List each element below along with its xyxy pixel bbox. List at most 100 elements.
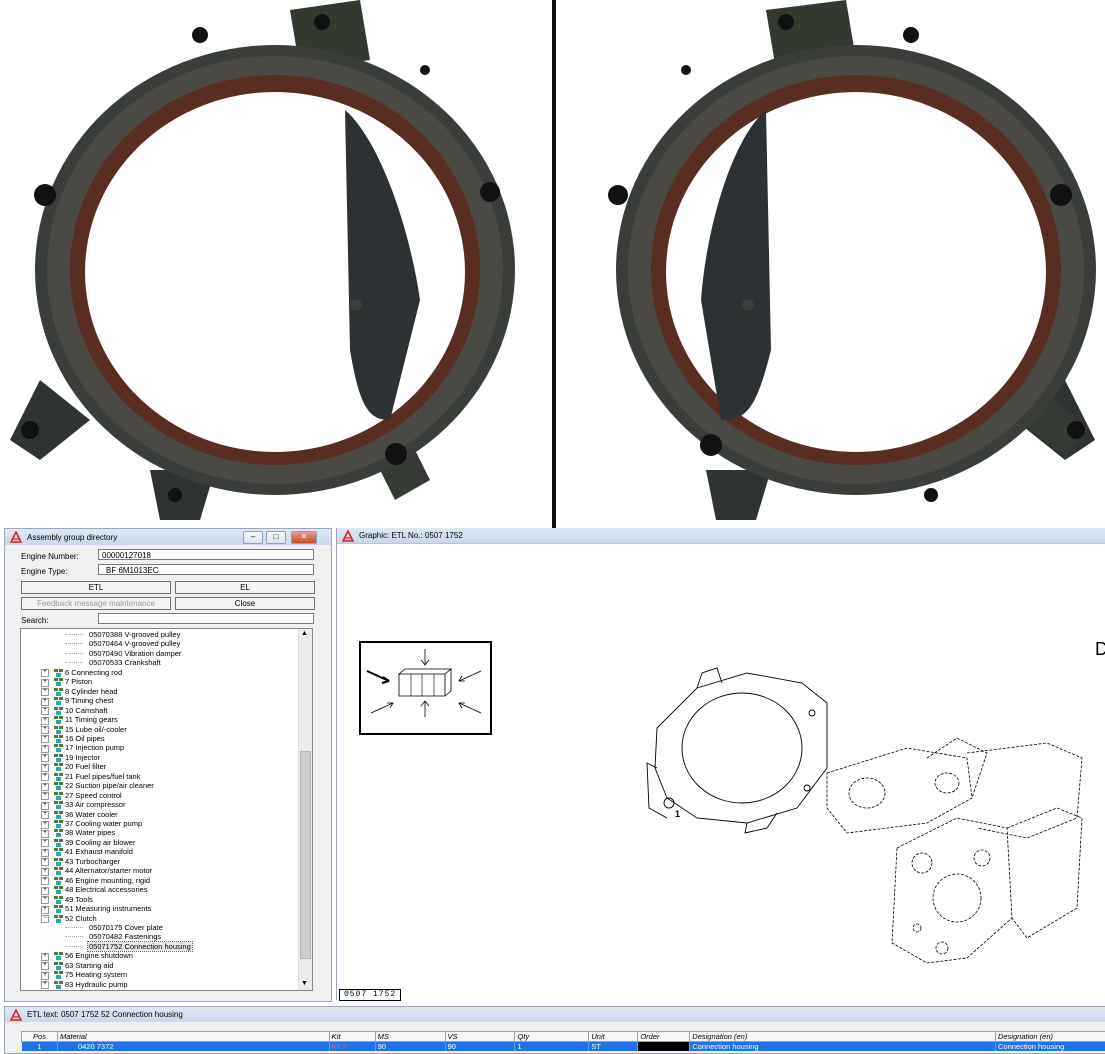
expand-icon[interactable]: + <box>41 735 49 743</box>
tree-scroll-thumb[interactable] <box>300 751 311 959</box>
expand-icon[interactable]: + <box>41 906 49 914</box>
tree-item[interactable]: +10 Camshaft <box>21 706 299 716</box>
engine-number-field[interactable]: 00000127018 <box>98 549 314 560</box>
expand-icon[interactable]: + <box>41 783 49 791</box>
expand-icon[interactable]: + <box>41 754 49 762</box>
tree-item[interactable]: +36 Water cooler <box>21 810 299 820</box>
tree-item[interactable]: +27 Speed control <box>21 791 299 801</box>
engine-type-field[interactable]: BF 6M1013EC <box>98 564 314 575</box>
tree-item[interactable]: +37 Cooling water pump <box>21 819 299 829</box>
close-button[interactable]: Close <box>175 597 315 610</box>
tree-item[interactable]: +7 Piston <box>21 677 299 687</box>
search-input[interactable] <box>98 613 314 624</box>
expand-icon[interactable]: + <box>41 839 49 847</box>
column-header[interactable]: Material <box>57 1032 329 1042</box>
etl-parts-table[interactable]: PosMaterialKitMSVSQtyUnitOrderDesignatio… <box>21 1031 1105 1051</box>
expand-icon[interactable]: + <box>41 830 49 838</box>
tree-item[interactable]: +75 Heating system <box>21 970 299 980</box>
tree-item[interactable]: +6 Connecting rod <box>21 668 299 678</box>
column-header[interactable]: Unit <box>589 1032 638 1042</box>
tree-item[interactable]: +49 Tools <box>21 895 299 905</box>
expand-icon[interactable]: + <box>41 688 49 696</box>
collapse-icon[interactable]: − <box>41 915 49 923</box>
tree-item[interactable]: +21 Fuel pipes/fuel tank <box>21 772 299 782</box>
expand-icon[interactable]: + <box>41 868 49 876</box>
tree-item[interactable]: +63 Starting aid <box>21 961 299 971</box>
tree-item[interactable]: +39 Cooling air blower <box>21 838 299 848</box>
tree-item[interactable]: 05070533 Crankshaft <box>21 658 299 668</box>
expand-icon[interactable]: + <box>41 745 49 753</box>
graphic-window-titlebar[interactable]: Graphic: ETL No.: 0507 1752 <box>337 528 1105 544</box>
tree-item[interactable]: +22 Suction pipe/air cleaner <box>21 781 299 791</box>
tree-item[interactable]: 05070490 Vibration damper <box>21 649 299 659</box>
tree-item[interactable]: +41 Exhaust manifold <box>21 847 299 857</box>
minimize-icon[interactable]: – <box>243 531 263 544</box>
tree-item[interactable]: 05070482 Fastenings <box>21 932 299 942</box>
expand-icon[interactable]: + <box>41 981 49 989</box>
maximize-icon[interactable]: □ <box>266 531 286 544</box>
tree-item-label: 51 Measuring instruments <box>65 904 151 914</box>
tree-item[interactable]: +33 Air compressor <box>21 800 299 810</box>
column-header[interactable]: MS <box>375 1032 445 1042</box>
column-header[interactable]: Kit <box>329 1032 375 1042</box>
column-header[interactable]: Order <box>638 1032 690 1042</box>
expand-icon[interactable]: + <box>41 726 49 734</box>
expand-icon[interactable]: + <box>41 764 49 772</box>
expand-icon[interactable]: + <box>41 887 49 895</box>
tree-item[interactable]: +8 Cylinder head <box>21 687 299 697</box>
close-icon[interactable]: ✕ <box>291 531 317 544</box>
column-header[interactable]: Pos <box>22 1032 58 1042</box>
expand-icon[interactable]: + <box>41 849 49 857</box>
feedback-maintenance-button[interactable]: Feedback message maintenance <box>21 597 171 610</box>
tree-item-selected[interactable]: 05071752 Connection housing <box>21 942 299 952</box>
expand-icon[interactable]: + <box>41 962 49 970</box>
tree-item[interactable]: +16 Oil pipes <box>21 734 299 744</box>
tree-item[interactable]: +17 Injection pump <box>21 743 299 753</box>
tree-item[interactable]: +83 Hydraulic pump <box>21 980 299 990</box>
table-row[interactable]: 10420 7372Kit ?90901STConnection housing… <box>22 1042 1105 1052</box>
column-header[interactable]: VS <box>445 1032 515 1042</box>
column-header[interactable]: Designation (en) <box>995 1032 1105 1042</box>
assembly-icon <box>54 915 63 923</box>
expand-icon[interactable]: + <box>41 896 49 904</box>
tree-scrollbar[interactable]: ▲ ▼ <box>298 629 312 990</box>
tree-item[interactable]: +56 Engine shutdown <box>21 951 299 961</box>
el-button[interactable]: EL <box>175 581 315 594</box>
etl-window-titlebar[interactable]: ETL text: 0507 1752 52 Connection housin… <box>5 1007 1105 1022</box>
column-header[interactable]: Designation (en) <box>690 1032 996 1042</box>
tree-item[interactable]: +46 Engine mounting, rigid <box>21 876 299 886</box>
expand-icon[interactable]: + <box>41 802 49 810</box>
scroll-down-icon[interactable]: ▼ <box>301 980 308 987</box>
tree-item[interactable]: +48 Electrical accessories <box>21 885 299 895</box>
column-header[interactable]: Qty <box>515 1032 589 1042</box>
tree-item[interactable]: +11 Timing gears <box>21 715 299 725</box>
tree-item[interactable]: +20 Fuel filter <box>21 762 299 772</box>
tree-item[interactable]: +19 Injector <box>21 753 299 763</box>
tree-item[interactable]: +43 Turbocharger <box>21 857 299 867</box>
tree-item[interactable]: +15 Lube oil/-cooler <box>21 725 299 735</box>
expand-icon[interactable]: + <box>41 698 49 706</box>
tree-item[interactable]: 05070388 V-grooved pulley <box>21 630 299 640</box>
etl-button[interactable]: ETL <box>21 581 171 594</box>
tree-item[interactable]: 05070464 V-grooved pulley <box>21 639 299 649</box>
expand-icon[interactable]: + <box>41 953 49 961</box>
tree-item[interactable]: 05070175 Cover plate <box>21 923 299 933</box>
expand-icon[interactable]: + <box>41 717 49 725</box>
expand-icon[interactable]: + <box>41 821 49 829</box>
tree-item[interactable]: +38 Water pipes <box>21 828 299 838</box>
expand-icon[interactable]: + <box>41 792 49 800</box>
expand-icon[interactable]: + <box>41 679 49 687</box>
scroll-up-icon[interactable]: ▲ <box>301 630 308 637</box>
expand-icon[interactable]: + <box>41 669 49 677</box>
tree-item[interactable]: +51 Measuring instruments <box>21 904 299 914</box>
tree-item[interactable]: +9 Timing chest <box>21 696 299 706</box>
expand-icon[interactable]: + <box>41 707 49 715</box>
expand-icon[interactable]: + <box>41 773 49 781</box>
assembly-tree[interactable]: 05070388 V-grooved pulley05070464 V-groo… <box>20 628 313 991</box>
tree-item[interactable]: +44 Alternator/starter motor <box>21 866 299 876</box>
expand-icon[interactable]: + <box>41 811 49 819</box>
expand-icon[interactable]: + <box>41 972 49 980</box>
tree-item[interactable]: −52 Clutch <box>21 914 299 924</box>
expand-icon[interactable]: + <box>41 877 49 885</box>
expand-icon[interactable]: + <box>41 858 49 866</box>
